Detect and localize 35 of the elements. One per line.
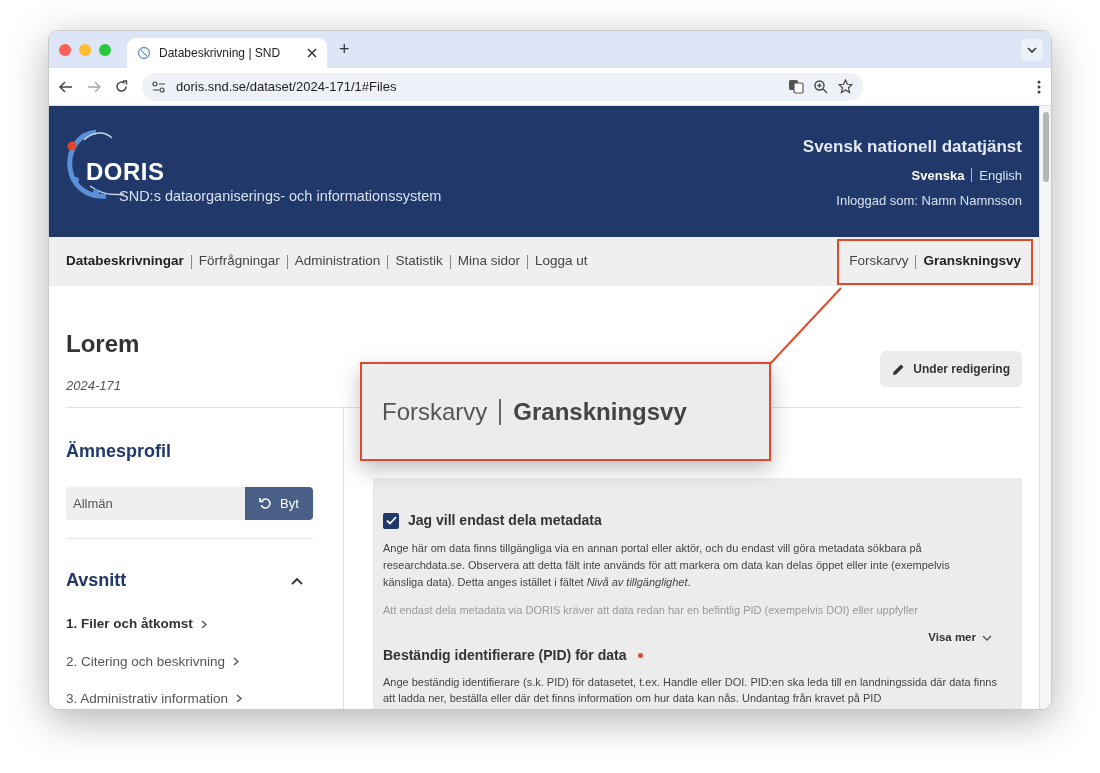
organization-name: Svensk nationell datatjänst bbox=[802, 136, 1022, 158]
section-link[interactable]: 3. Administrativ information bbox=[66, 688, 313, 709]
nav-link[interactable]: Granskningsvy bbox=[923, 251, 1021, 272]
nav-link[interactable]: Forskarvy bbox=[849, 251, 909, 272]
show-more-link[interactable]: Visa mer bbox=[928, 629, 992, 647]
logo-text: DORIS bbox=[86, 157, 165, 187]
faded-text: Att endast dela metadata via DORIS kräver att data redan har en befintlig PID (exempelvis DOI) eller uppfyller bbox=[383, 603, 919, 619]
nav-link[interactable]: Granskningsvy bbox=[513, 393, 687, 430]
language-link[interactable]: English bbox=[979, 165, 1022, 185]
nav-link[interactable]: Databeskrivningar bbox=[66, 251, 184, 272]
field-description: Ange beständig identifierare (s.k. PID) för datasetet, t.ex. Handle eller DOI. PID:en ska leda till en landningssida där data finns att ladda ner, beställa eller där det finns information om hur data kan nås. Undantag från kravet på PID bbox=[383, 674, 998, 706]
site-subtitle: SND:s dataorganiserings- och informationssystem bbox=[119, 187, 442, 206]
nav-link[interactable]: Forskarvy bbox=[382, 393, 488, 430]
nav-link[interactable]: Administration bbox=[294, 251, 381, 272]
address-bar[interactable]: doris.snd.se/dataset/2024-171/1#Files bbox=[142, 72, 863, 101]
section-heading: Ämnesprofil bbox=[66, 440, 172, 464]
profile-field[interactable]: Allmän bbox=[66, 487, 245, 521]
section-link[interactable]: 2. Citering och beskrivning bbox=[66, 651, 313, 672]
status-button[interactable]: Under redigering bbox=[880, 351, 1022, 388]
dataset-title: Lorem bbox=[66, 328, 140, 359]
new-tab-button[interactable]: + bbox=[339, 36, 350, 63]
change-button[interactable]: Byt bbox=[245, 487, 313, 521]
nav-link[interactable]: Förfrågningar bbox=[198, 251, 280, 272]
checkbox-label: Jag vill endast dela metadata bbox=[408, 511, 602, 531]
dataset-id: 2024-171 bbox=[66, 376, 122, 395]
browser-tab[interactable]: Databeskrivning | SND bbox=[127, 38, 327, 68]
section-heading: Avsnitt bbox=[66, 569, 127, 593]
section-link[interactable]: 1. Filer och åtkomst bbox=[66, 614, 313, 635]
field-heading: Beständig identifierare (PID) för data bbox=[383, 645, 627, 665]
field-description: Ange här om data finns tillgängliga via en annan portal eller aktör, och du endast vill göra metadata sökbara på researchdata.se. Observera att detta fält inte används för att markera om data kan delas öppet eller inte (exempelvis känsliga data). Detta anges istället i fältet Nivå av tillgänglighet. bbox=[383, 541, 951, 591]
language-link[interactable]: Svenska bbox=[911, 165, 965, 185]
nav-link[interactable]: Statistik bbox=[395, 251, 443, 272]
nav-link[interactable]: Logga ut bbox=[534, 251, 588, 272]
logged-in-user: Inloggad som: Namn Namnsson bbox=[836, 192, 1022, 210]
nav-link[interactable]: Mina sidor bbox=[457, 251, 520, 272]
